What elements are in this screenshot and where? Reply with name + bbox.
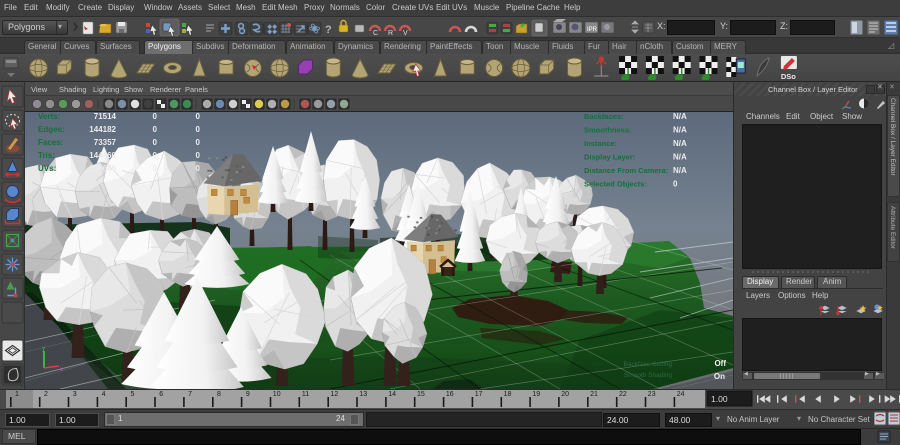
- svg-text:0: 0: [673, 180, 678, 189]
- svg-text:136646: 136646: [89, 164, 116, 173]
- svg-text:144460: 144460: [89, 151, 116, 160]
- svg-text:0: 0: [196, 125, 201, 134]
- svg-text:12: 12: [331, 391, 339, 398]
- svg-text:8: 8: [217, 391, 221, 398]
- svg-text:10: 10: [273, 391, 281, 398]
- svg-text:23: 23: [648, 391, 656, 398]
- svg-text:24: 24: [677, 391, 685, 398]
- svg-text:22: 22: [619, 391, 627, 398]
- svg-text:N/A: N/A: [673, 126, 687, 135]
- svg-text:20: 20: [561, 391, 569, 398]
- svg-text:C: C: [373, 30, 378, 37]
- svg-text:N/A: N/A: [673, 153, 687, 162]
- svg-text:Display Layer:: Display Layer:: [584, 153, 635, 162]
- svg-text:Selected Objects:: Selected Objects:: [584, 180, 647, 189]
- svg-text:71514: 71514: [94, 112, 117, 121]
- svg-text:2: 2: [44, 391, 48, 398]
- svg-text:0: 0: [153, 138, 158, 147]
- svg-text:15: 15: [417, 391, 425, 398]
- svg-text:Backface Culling: Backface Culling: [624, 361, 673, 368]
- svg-text:0: 0: [153, 112, 158, 121]
- svg-text:6: 6: [159, 391, 163, 398]
- svg-text:18: 18: [504, 391, 512, 398]
- svg-text:Verts:: Verts:: [38, 112, 60, 121]
- svg-text:13: 13: [359, 391, 367, 398]
- svg-text:1.00: 1.00: [711, 394, 728, 404]
- svg-text:4: 4: [102, 391, 106, 398]
- svg-text:19: 19: [532, 391, 540, 398]
- svg-text:1: 1: [15, 391, 19, 398]
- svg-text:R: R: [388, 30, 393, 37]
- svg-text:Smooth Shading: Smooth Shading: [624, 372, 672, 379]
- svg-text:Tris:: Tris:: [38, 151, 55, 160]
- svg-text:14: 14: [388, 391, 396, 398]
- svg-text:0: 0: [196, 164, 201, 173]
- svg-text:y: y: [42, 346, 45, 352]
- svg-text:Distance From Camera:: Distance From Camera:: [584, 166, 668, 175]
- svg-text:Smoothness:: Smoothness:: [584, 126, 632, 135]
- svg-text:7: 7: [188, 391, 192, 398]
- svg-text:DSo: DSo: [781, 72, 796, 81]
- svg-text:?: ?: [325, 24, 332, 36]
- svg-text:11: 11: [302, 391, 309, 398]
- svg-text:9: 9: [246, 391, 250, 398]
- svg-text:IPR: IPR: [587, 27, 598, 33]
- svg-text:Off: Off: [714, 359, 726, 368]
- svg-text:N/A: N/A: [673, 112, 687, 121]
- svg-text:On: On: [714, 372, 725, 381]
- svg-text:x: x: [60, 367, 63, 373]
- svg-text:0: 0: [153, 125, 158, 134]
- svg-text:3: 3: [73, 391, 77, 398]
- svg-text:UVs:: UVs:: [38, 164, 56, 173]
- svg-text:144182: 144182: [89, 125, 116, 134]
- svg-text:Edges:: Edges:: [38, 125, 65, 134]
- svg-text:N/A: N/A: [673, 166, 687, 175]
- svg-text:Backfaces:: Backfaces:: [584, 112, 624, 121]
- svg-text:16: 16: [446, 391, 454, 398]
- svg-text:Faces:: Faces:: [38, 138, 63, 147]
- svg-text:0: 0: [196, 138, 201, 147]
- svg-text:73357: 73357: [94, 138, 117, 147]
- svg-text:0: 0: [153, 164, 158, 173]
- svg-text:5: 5: [130, 391, 134, 398]
- svg-text:N/A: N/A: [673, 139, 687, 148]
- svg-text:0: 0: [153, 151, 158, 160]
- svg-text:Instance:: Instance:: [584, 139, 617, 148]
- svg-text:0: 0: [196, 151, 201, 160]
- svg-text:21: 21: [590, 391, 598, 398]
- svg-text:17: 17: [475, 391, 483, 398]
- svg-text:0: 0: [196, 112, 201, 121]
- svg-text:V: V: [403, 30, 408, 37]
